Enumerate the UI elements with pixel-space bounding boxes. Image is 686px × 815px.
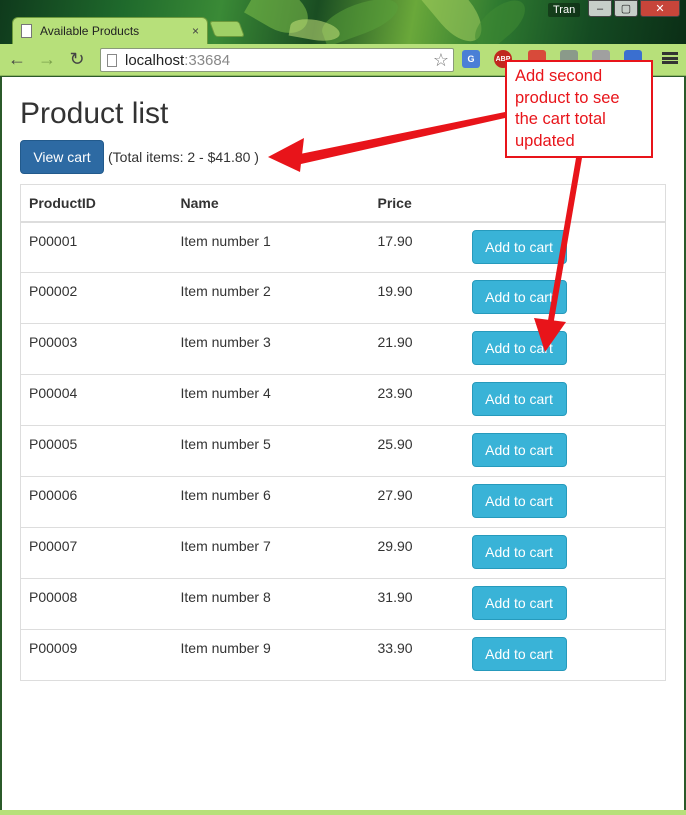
product-name-cell: Item number 7 — [172, 527, 370, 579]
table-row: P00005 Item number 5 25.90 Add to cart — [20, 425, 666, 477]
table-row: P00004 Item number 4 23.90 Add to cart — [20, 374, 666, 426]
header-name: Name — [172, 184, 370, 223]
tab-close-icon[interactable]: × — [192, 24, 199, 38]
header-price: Price — [369, 184, 464, 223]
address-port: :33684 — [184, 51, 231, 69]
product-price-cell: 27.90 — [369, 476, 464, 528]
product-price-cell: 17.90 — [369, 221, 464, 273]
product-name-cell: Item number 3 — [172, 323, 370, 375]
window-controls: ‒ ▢ ✕ — [586, 0, 680, 17]
page-viewport: Product list View cart (Total items: 2 -… — [2, 77, 684, 810]
table-row: P00003 Item number 3 21.90 Add to cart — [20, 323, 666, 375]
view-cart-button[interactable]: View cart — [20, 140, 104, 174]
reload-icon[interactable]: ↻ — [64, 47, 90, 73]
annotation-callout: Add second product to see the cart total… — [505, 60, 653, 158]
add-to-cart-button[interactable]: Add to cart — [471, 637, 567, 671]
add-to-cart-button[interactable]: Add to cart — [471, 535, 567, 569]
product-price-cell: 25.90 — [369, 425, 464, 477]
product-id-cell: P00004 — [20, 374, 173, 426]
product-price-cell: 21.90 — [369, 323, 464, 375]
add-to-cart-button[interactable]: Add to cart — [471, 484, 567, 518]
product-name-cell: Item number 6 — [172, 476, 370, 528]
window-bottom-border — [0, 810, 686, 815]
product-id-cell: P00006 — [20, 476, 173, 528]
forward-arrow-icon[interactable]: → — [34, 47, 60, 73]
new-tab-button[interactable] — [209, 21, 245, 37]
product-id-cell: P00002 — [20, 272, 173, 324]
translate-extension-icon[interactable]: G — [462, 50, 480, 68]
header-action — [463, 184, 666, 223]
add-to-cart-button[interactable]: Add to cart — [471, 331, 567, 365]
product-price-cell: 23.90 — [369, 374, 464, 426]
address-bar[interactable]: localhost :33684 ☆ — [100, 48, 454, 72]
table-row: P00009 Item number 9 33.90 Add to cart — [20, 629, 666, 681]
product-price-cell: 33.90 — [369, 629, 464, 681]
product-id-cell: P00003 — [20, 323, 173, 375]
product-id-cell: P00007 — [20, 527, 173, 579]
maximize-button[interactable]: ▢ — [614, 0, 638, 17]
product-price-cell: 29.90 — [369, 527, 464, 579]
product-id-cell: P00001 — [20, 221, 173, 273]
product-name-cell: Item number 5 — [172, 425, 370, 477]
hamburger-menu-icon[interactable] — [662, 50, 678, 66]
profile-name[interactable]: Tran — [548, 3, 581, 17]
table-header-row: ProductID Name Price — [20, 184, 666, 223]
add-to-cart-button[interactable]: Add to cart — [471, 586, 567, 620]
product-table: ProductID Name Price P00001 Item number … — [20, 184, 666, 681]
page-icon — [107, 53, 117, 67]
product-id-cell: P00009 — [20, 629, 173, 681]
window-titlebar: Available Products × Tran ‒ ▢ ✕ — [0, 0, 686, 44]
table-row: P00007 Item number 7 29.90 Add to cart — [20, 527, 666, 579]
page-title: Product list — [20, 97, 169, 130]
product-id-cell: P00008 — [20, 578, 173, 630]
table-row: P00006 Item number 6 27.90 Add to cart — [20, 476, 666, 528]
bookmark-star-icon[interactable]: ☆ — [433, 50, 449, 71]
table-row: P00008 Item number 8 31.90 Add to cart — [20, 578, 666, 630]
product-id-cell: P00005 — [20, 425, 173, 477]
browser-tab[interactable]: Available Products × — [12, 17, 208, 44]
back-arrow-icon[interactable]: ← — [4, 47, 30, 73]
product-name-cell: Item number 9 — [172, 629, 370, 681]
address-host: localhost — [125, 51, 185, 69]
tab-title: Available Products — [40, 24, 140, 38]
product-price-cell: 31.90 — [369, 578, 464, 630]
add-to-cart-button[interactable]: Add to cart — [471, 229, 567, 264]
add-to-cart-button[interactable]: Add to cart — [471, 280, 567, 314]
add-to-cart-button[interactable]: Add to cart — [471, 382, 567, 416]
product-price-cell: 19.90 — [369, 272, 464, 324]
minimize-button[interactable]: ‒ — [588, 0, 612, 17]
add-to-cart-button[interactable]: Add to cart — [471, 433, 567, 467]
product-name-cell: Item number 8 — [172, 578, 370, 630]
table-row: P00001 Item number 1 17.90 Add to cart — [20, 221, 666, 273]
cart-summary: (Total items: 2 - $41.80 ) — [108, 149, 259, 165]
document-icon — [21, 24, 32, 38]
header-product-id: ProductID — [20, 184, 173, 223]
table-row: P00002 Item number 2 19.90 Add to cart — [20, 272, 666, 324]
product-name-cell: Item number 4 — [172, 374, 370, 426]
close-window-button[interactable]: ✕ — [640, 0, 680, 17]
product-name-cell: Item number 2 — [172, 272, 370, 324]
product-name-cell: Item number 1 — [172, 221, 370, 273]
